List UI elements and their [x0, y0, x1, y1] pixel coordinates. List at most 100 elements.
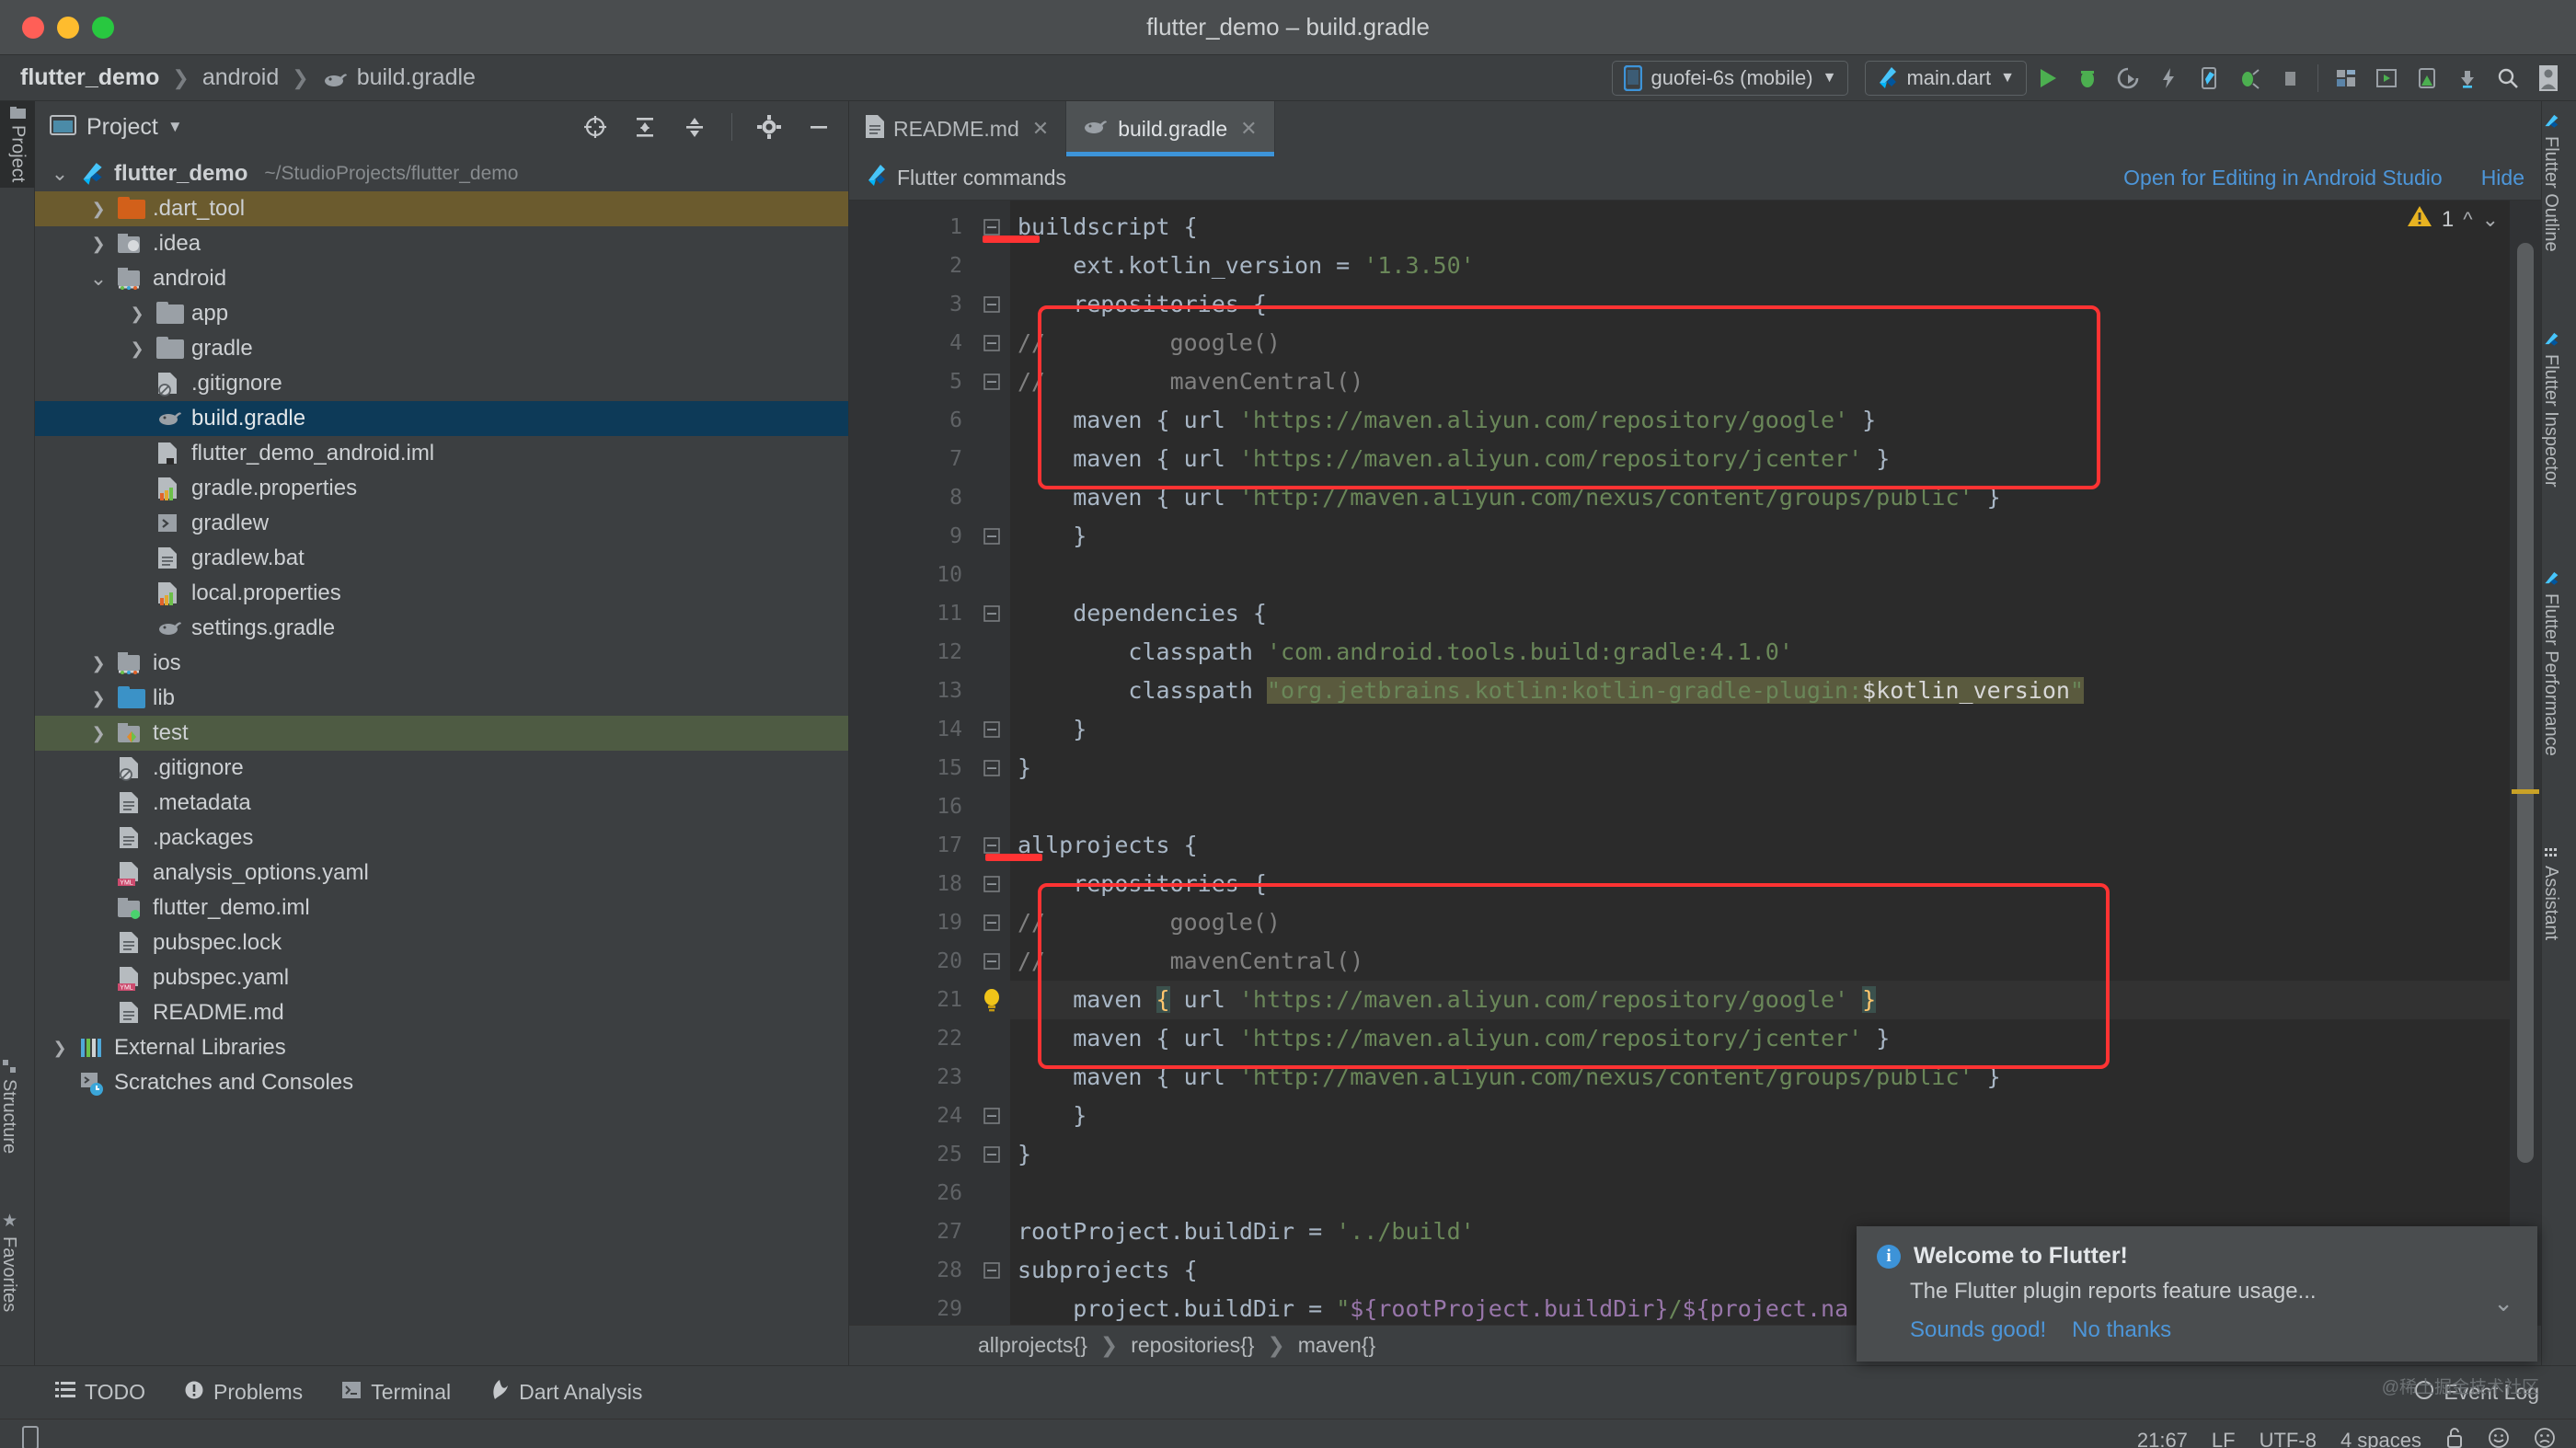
device-manager-icon[interactable] [2407, 60, 2447, 97]
code-line[interactable]: allprojects { [1010, 826, 2510, 865]
run-with-coverage-icon[interactable] [2108, 60, 2148, 97]
debug-icon[interactable] [2067, 60, 2108, 97]
tree-item-analysis-options-yaml[interactable]: YML analysis_options.yaml [35, 856, 848, 891]
code-line[interactable]: } [1010, 1097, 2510, 1135]
tree-item-gitignore[interactable]: .gitignore [35, 751, 848, 786]
line-separator[interactable]: LF [2212, 1429, 2236, 1448]
tree-item-metadata[interactable]: .metadata [35, 786, 848, 821]
sidebar-item-project[interactable]: Project [0, 101, 35, 189]
fold-collapse-icon[interactable] [973, 594, 1010, 633]
window-controls[interactable] [0, 16, 114, 39]
tree-item-ios[interactable]: ❯ ios [35, 646, 848, 681]
code-breadcrumb-maven[interactable]: maven{} [1298, 1333, 1375, 1358]
tool-window-problems[interactable]: Problems [184, 1380, 303, 1406]
tree-item-idea[interactable]: ❯ .idea [35, 226, 848, 261]
code-line[interactable]: maven { url 'https://maven.aliyun.com/re… [1010, 1019, 2510, 1058]
collapse-all-icon[interactable] [674, 109, 715, 145]
code-line[interactable]: // mavenCentral() [1010, 362, 2510, 401]
tree-item-build-gradle[interactable]: build.gradle [35, 401, 848, 436]
indent-setting[interactable]: 4 spaces [2340, 1429, 2421, 1448]
open-preview-icon[interactable] [2366, 60, 2407, 97]
sidebar-item-favorites[interactable]: ★ Favorites [0, 1205, 19, 1317]
code-line[interactable]: classpath 'com.android.tools.build:gradl… [1010, 633, 2510, 672]
caret-position[interactable]: 21:67 [2137, 1429, 2188, 1448]
code-line[interactable]: } [1010, 1135, 2510, 1174]
chevron-right-icon[interactable]: ❯ [86, 689, 110, 708]
code-line[interactable]: // google() [1010, 903, 2510, 942]
chevron-right-icon[interactable]: ❯ [125, 305, 149, 324]
notification-decline-link[interactable]: No thanks [2072, 1317, 2171, 1343]
tree-item-dart-tool[interactable]: ❯ .dart_tool [35, 191, 848, 226]
sidebar-item-structure[interactable]: Structure [0, 1053, 19, 1159]
chevron-down-icon[interactable]: ⌄ [2482, 208, 2499, 232]
tree-item-gitignore[interactable]: .gitignore [35, 366, 848, 401]
minimize-icon[interactable] [799, 109, 839, 145]
device-screenshot-icon[interactable] [2189, 60, 2229, 97]
tree-item-gradle-properties[interactable]: gradle.properties [35, 471, 848, 506]
chevron-up-icon[interactable]: ^ [2463, 208, 2472, 232]
code-line[interactable]: // mavenCentral() [1010, 942, 2510, 981]
editor-marker-bar[interactable] [2510, 201, 2541, 1325]
code-line[interactable] [1010, 1174, 2510, 1212]
sidebar-item-flutter-inspector[interactable]: Flutter Inspector [2540, 327, 2561, 493]
device-selector[interactable]: guofei-6s (mobile) ▼ [1611, 61, 1849, 96]
sidebar-item-flutter-performance[interactable]: Flutter Performance [2540, 566, 2561, 762]
sidebar-item-flutter-outline[interactable]: Flutter Outline [2540, 109, 2561, 258]
editor-scrollbar-thumb[interactable] [2517, 243, 2534, 1163]
attach-debugger-icon[interactable] [2229, 60, 2270, 97]
code-breadcrumb-allprojects[interactable]: allprojects{} [978, 1333, 1087, 1358]
tree-item-flutter-demo[interactable]: ⌄ flutter_demo ~/StudioProjects/flutter_de… [35, 156, 848, 191]
run-icon[interactable] [2027, 60, 2067, 97]
tree-item-app[interactable]: ❯ app [35, 296, 848, 331]
fold-collapse-icon[interactable] [973, 285, 1010, 324]
chevron-down-icon[interactable]: ⌄ [48, 162, 72, 186]
code-line[interactable]: repositories { [1010, 865, 2510, 903]
fold-collapse-icon[interactable] [973, 826, 1010, 865]
code-line[interactable]: } [1010, 517, 2510, 556]
tool-window-todo[interactable]: TODO [55, 1380, 145, 1405]
chevron-right-icon[interactable]: ❯ [86, 654, 110, 673]
tool-window-dart-analysis[interactable]: Dart Analysis [489, 1379, 642, 1407]
fold-collapse-icon[interactable] [973, 324, 1010, 362]
search-icon[interactable] [2488, 60, 2528, 97]
chevron-right-icon[interactable]: ❯ [86, 724, 110, 743]
unlock-icon[interactable] [2445, 1427, 2464, 1448]
tree-item-packages[interactable]: .packages [35, 821, 848, 856]
fold-end-icon[interactable] [973, 362, 1010, 401]
breadcrumb-item-project[interactable]: flutter_demo [20, 64, 159, 91]
inspection-widget[interactable]: 1 ^ ⌄ [2407, 204, 2499, 235]
code-line[interactable]: // google() [1010, 324, 2510, 362]
tree-item-lib[interactable]: ❯ lib [35, 681, 848, 716]
chevron-right-icon[interactable]: ❯ [86, 235, 110, 254]
code-line[interactable]: repositories { [1010, 285, 2510, 324]
marker-warning[interactable] [2512, 789, 2539, 794]
tree-item-gradlew[interactable]: gradlew [35, 506, 848, 541]
code-line[interactable] [1010, 787, 2510, 826]
chevron-down-icon[interactable]: ⌄ [86, 267, 110, 291]
code-line[interactable]: } [1010, 710, 2510, 749]
stop-icon[interactable] [2270, 60, 2310, 97]
frowny-icon[interactable] [2534, 1427, 2556, 1448]
run-configuration-selector[interactable]: main.dart ▼ [1865, 61, 2027, 96]
breadcrumb-item-android[interactable]: android [202, 64, 279, 91]
locate-icon[interactable] [575, 109, 615, 145]
breadcrumb-item-file[interactable]: build.gradle [322, 64, 476, 91]
hide-flutter-bar-link[interactable]: Hide [2481, 166, 2524, 190]
code-line[interactable]: maven { url 'https://maven.aliyun.com/re… [1010, 981, 2510, 1019]
fold-collapse-icon[interactable] [973, 1251, 1010, 1290]
chevron-right-icon[interactable]: ❯ [86, 200, 110, 219]
fold-end-icon[interactable] [973, 517, 1010, 556]
fold-end-icon[interactable] [973, 749, 1010, 787]
tree-item-pubspec-lock[interactable]: pubspec.lock [35, 925, 848, 960]
chevron-down-icon[interactable]: ⌄ [2493, 1289, 2513, 1317]
tree-item-pubspec-yaml[interactable]: YML pubspec.yaml [35, 960, 848, 995]
tree-item-settings-gradle[interactable]: settings.gradle [35, 611, 848, 646]
tool-window-terminal[interactable]: Terminal [341, 1380, 451, 1406]
fold-collapse-icon[interactable] [973, 208, 1010, 247]
sync-icon[interactable] [2447, 60, 2488, 97]
memory-indicator-icon[interactable] [20, 1425, 40, 1448]
sidebar-item-assistant[interactable]: Assistant [2540, 842, 2561, 946]
hot-reload-icon[interactable] [2148, 60, 2189, 97]
code-line[interactable]: classpath "org.jetbrains.kotlin:kotlin-g… [1010, 672, 2510, 710]
fold-end-icon[interactable] [973, 710, 1010, 749]
